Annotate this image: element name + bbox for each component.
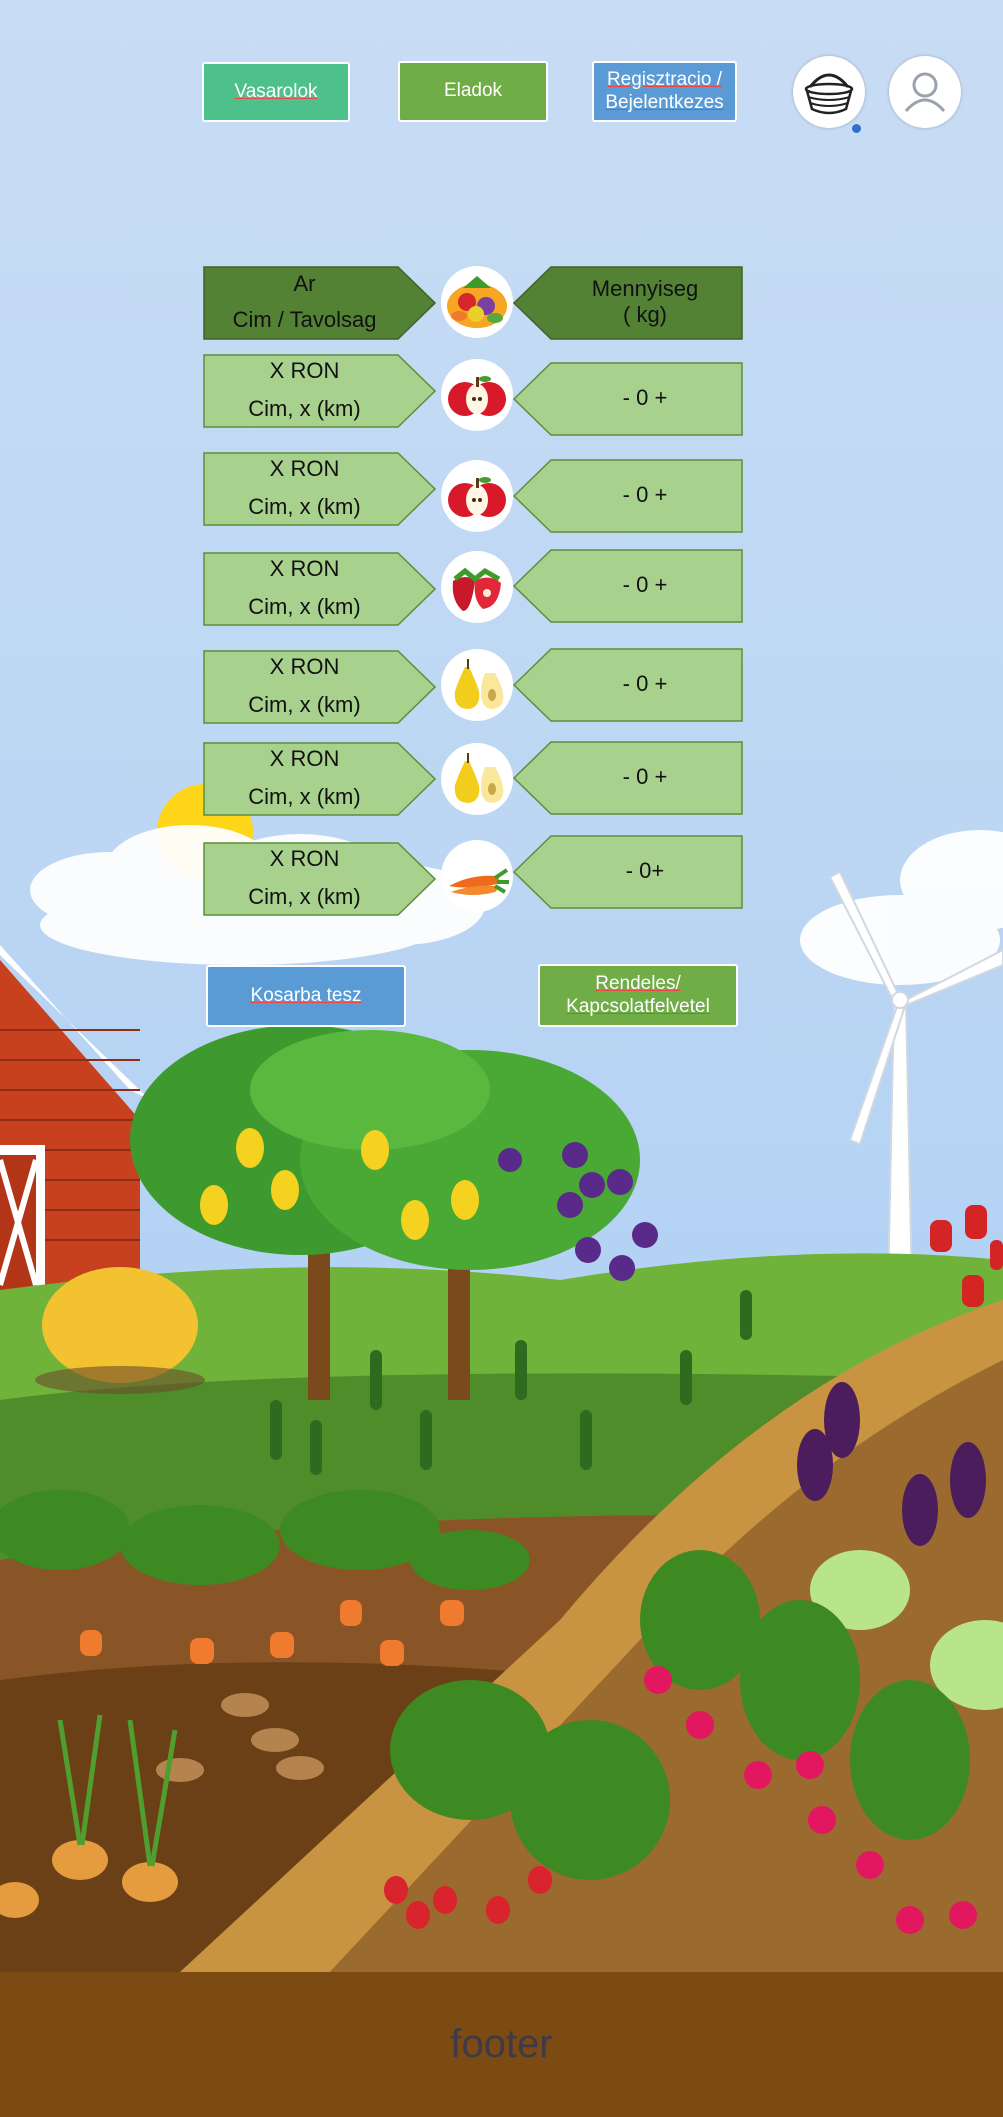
header-price-address-cell: Ar Cim / Tavolsag [203, 266, 436, 340]
quantity-stepper[interactable]: - 0 + [547, 482, 743, 508]
table-row-2-price-cell: X RON Cim, x (km) [203, 452, 436, 526]
cart-indicator-dot [852, 124, 861, 133]
hay-bale [42, 1267, 198, 1383]
row-address: Cim, x (km) [248, 884, 361, 909]
table-row-3-quantity-cell[interactable]: - 0 + [513, 549, 743, 623]
barn [0, 945, 150, 1300]
header-price-label: Ar [293, 271, 316, 296]
sellers-button[interactable]: Eladok [398, 61, 548, 122]
strawberry-icon [441, 551, 513, 623]
quantity-stepper[interactable]: - 0 + [547, 671, 743, 697]
table-row-4-price-cell: X RON Cim, x (km) [203, 650, 436, 724]
table-row-2-quantity-cell[interactable]: - 0 + [513, 459, 743, 533]
table-row-5-price-cell: X RON Cim, x (km) [203, 742, 436, 816]
table-row-1-price-cell: X RON Cim, x (km) [203, 354, 436, 428]
header-quantity-label: Mennyiseg [591, 276, 699, 301]
row-price: X RON [269, 846, 340, 871]
contact-label: Kapcsolatfelvetel [566, 995, 710, 1017]
row-price: X RON [269, 456, 340, 481]
table-row-5-quantity-cell[interactable]: - 0 + [513, 741, 743, 815]
table-row-3-price-cell: X RON Cim, x (km) [203, 552, 436, 626]
user-icon [904, 72, 946, 113]
table-row-6-price-cell: X RON Cim, x (km) [203, 842, 436, 916]
row-price: X RON [269, 746, 340, 771]
buyers-button[interactable]: Vasarolok [202, 62, 350, 122]
footer-label: footer [450, 2022, 553, 2066]
table-row-4-quantity-cell[interactable]: - 0 + [513, 648, 743, 722]
profile-button[interactable] [889, 56, 961, 128]
quantity-stepper[interactable]: - 0 + [547, 385, 743, 411]
header-unit-label: ( kg) [623, 302, 667, 327]
header-quantity-cell: Mennyiseg ( kg) [513, 266, 743, 340]
basket-icon [804, 73, 854, 115]
header-address-label: Cim / Tavolsag [232, 307, 377, 332]
row-address: Cim, x (km) [248, 494, 361, 519]
quantity-stepper[interactable]: - 0+ [547, 858, 743, 884]
quantity-stepper[interactable]: - 0 + [547, 572, 743, 598]
footer: footer [0, 1972, 1003, 2117]
add-to-cart-button[interactable]: Kosarba tesz [206, 965, 406, 1027]
carrot-icon [441, 840, 513, 912]
pear-icon [441, 649, 513, 721]
row-address: Cim, x (km) [248, 396, 361, 421]
produce-mix-icon [441, 266, 513, 338]
row-address: Cim, x (km) [248, 692, 361, 717]
apple-icon [441, 359, 513, 431]
register-login-button[interactable]: Regisztracio / Bejelentkezes [592, 61, 737, 122]
table-row-6-quantity-cell[interactable]: - 0+ [513, 835, 743, 909]
row-price: X RON [269, 654, 340, 679]
quantity-stepper[interactable]: - 0 + [547, 764, 743, 790]
row-address: Cim, x (km) [248, 784, 361, 809]
row-address: Cim, x (km) [248, 594, 361, 619]
cart-button[interactable] [793, 56, 865, 128]
table-row-1-quantity-cell[interactable]: - 0 + [513, 362, 743, 436]
row-price: X RON [269, 556, 340, 581]
login-label: Bejelentkezes [605, 91, 724, 113]
pear-icon [441, 743, 513, 815]
row-price: X RON [269, 358, 340, 383]
register-label: Regisztracio / [606, 68, 723, 90]
order-label: Rendeles/ [595, 972, 681, 994]
apple-icon [441, 460, 513, 532]
order-contact-button[interactable]: Rendeles/ Kapcsolatfelvetel [538, 964, 738, 1027]
